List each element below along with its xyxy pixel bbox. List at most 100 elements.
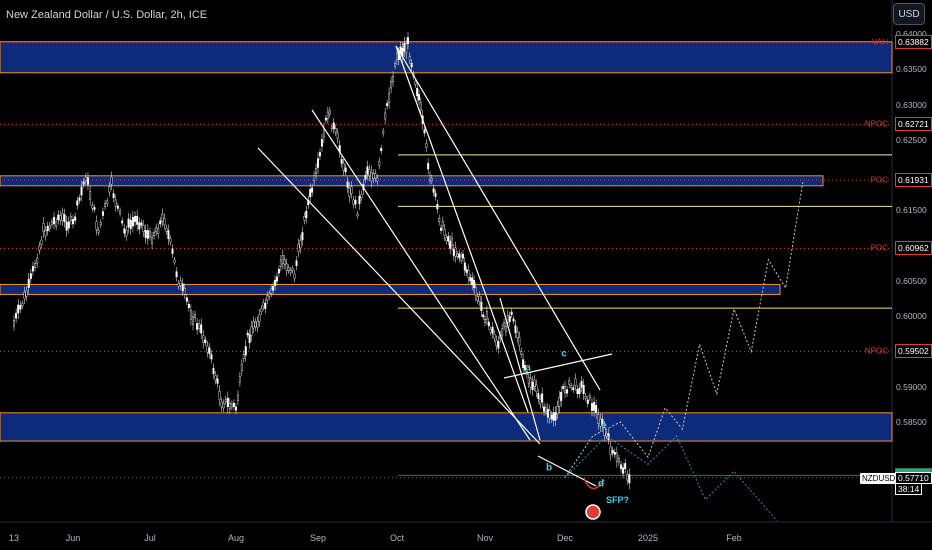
- sfp-marker: [585, 504, 601, 520]
- candle-body: [324, 117, 327, 121]
- candle-body: [218, 390, 221, 400]
- candle-body: [252, 321, 255, 329]
- candle-body: [320, 139, 323, 147]
- candle-body: [238, 376, 241, 383]
- candle-body: [67, 221, 70, 229]
- candle-body: [548, 410, 551, 419]
- candle-body: [138, 222, 141, 230]
- currency-button[interactable]: USD: [893, 3, 925, 25]
- candle-body: [493, 334, 496, 339]
- candle-body: [518, 337, 521, 346]
- candle-body: [254, 322, 257, 328]
- candle-body: [522, 359, 525, 369]
- candle-body: [169, 238, 172, 243]
- candle-body: [315, 167, 318, 175]
- candle-body: [187, 304, 190, 309]
- candle-body: [595, 404, 598, 414]
- wave-label: b: [545, 462, 553, 474]
- candle-body: [183, 288, 186, 295]
- candle-body: [121, 220, 124, 224]
- candle-body: [447, 236, 450, 242]
- candle-body: [366, 166, 369, 175]
- chart-title: New Zealand Dollar / U.S. Dollar, 2h, IC…: [6, 9, 208, 21]
- candle-body: [454, 247, 457, 257]
- candle-body: [93, 207, 96, 210]
- bar-countdown: 38:14: [895, 484, 923, 495]
- candle-body: [418, 94, 421, 101]
- candle-body: [264, 302, 267, 309]
- candle-body: [552, 412, 555, 421]
- candle-body: [352, 199, 355, 205]
- candle-body: [142, 225, 145, 233]
- candle-body: [48, 225, 51, 229]
- candle-body: [350, 186, 353, 194]
- candle-body: [220, 401, 223, 408]
- price-chart[interactable]: [0, 0, 932, 550]
- x-tick-label: Oct: [389, 533, 405, 543]
- level-price-box: 0.61931: [895, 172, 932, 187]
- y-tick-label: 0.61500: [896, 205, 927, 216]
- candle-body: [232, 402, 235, 408]
- candle-body: [392, 75, 395, 83]
- candle-body: [19, 305, 22, 310]
- candle-body: [279, 259, 282, 267]
- x-tick-label: Feb: [726, 533, 742, 543]
- candle-body: [216, 378, 219, 384]
- candle-body: [463, 262, 466, 271]
- candle-body: [419, 102, 422, 111]
- candle-body: [63, 214, 66, 223]
- x-tick-label: Aug: [227, 533, 245, 543]
- candle-body: [529, 378, 532, 388]
- candle-body: [86, 177, 89, 185]
- candle-body: [127, 218, 130, 228]
- candle-body: [460, 255, 463, 261]
- candle-body: [484, 319, 487, 323]
- candle-body: [289, 270, 292, 274]
- candle-body: [445, 237, 448, 242]
- candle-body: [274, 279, 277, 286]
- candle-body: [38, 245, 41, 251]
- candle-body: [508, 316, 511, 322]
- candle-body: [380, 147, 383, 152]
- candle-body: [609, 446, 612, 455]
- wave-label: e: [601, 420, 607, 432]
- candle-body: [615, 452, 618, 462]
- candle-body: [342, 163, 345, 171]
- candle-body: [125, 230, 128, 237]
- candle-body: [458, 253, 461, 259]
- candle-body: [451, 237, 454, 246]
- candle-body: [301, 232, 304, 241]
- candle-body: [414, 81, 417, 85]
- candle-body: [97, 230, 100, 233]
- level-price-box: 0.60962: [895, 241, 932, 256]
- candle-body: [40, 239, 43, 245]
- candle-body: [148, 231, 151, 237]
- candle-body: [360, 194, 363, 198]
- candle-body: [242, 354, 245, 360]
- candle-body: [95, 221, 98, 230]
- candle-body: [348, 188, 351, 197]
- candle-body: [234, 406, 237, 411]
- candle-body: [512, 318, 515, 322]
- supply-demand-zone: [0, 41, 893, 74]
- candle-body: [153, 232, 156, 237]
- candle-body: [449, 240, 452, 249]
- candle-body: [390, 81, 393, 89]
- candle-body: [177, 283, 180, 287]
- wave-label: c: [561, 348, 567, 360]
- candle-body: [613, 451, 616, 455]
- candle-body: [236, 394, 239, 401]
- candle-body: [293, 273, 296, 279]
- candle-body: [17, 304, 20, 314]
- candle-body: [562, 386, 565, 389]
- candle-body: [202, 335, 205, 343]
- candle-body: [374, 173, 377, 179]
- candle-body: [438, 218, 441, 222]
- candle-body: [123, 228, 126, 234]
- wave-label: d: [597, 478, 605, 490]
- candle-body: [432, 188, 435, 193]
- candle-body: [134, 215, 137, 222]
- y-tick-label: 0.63000: [896, 99, 927, 110]
- candle-body: [410, 62, 413, 68]
- candle-body: [140, 222, 143, 226]
